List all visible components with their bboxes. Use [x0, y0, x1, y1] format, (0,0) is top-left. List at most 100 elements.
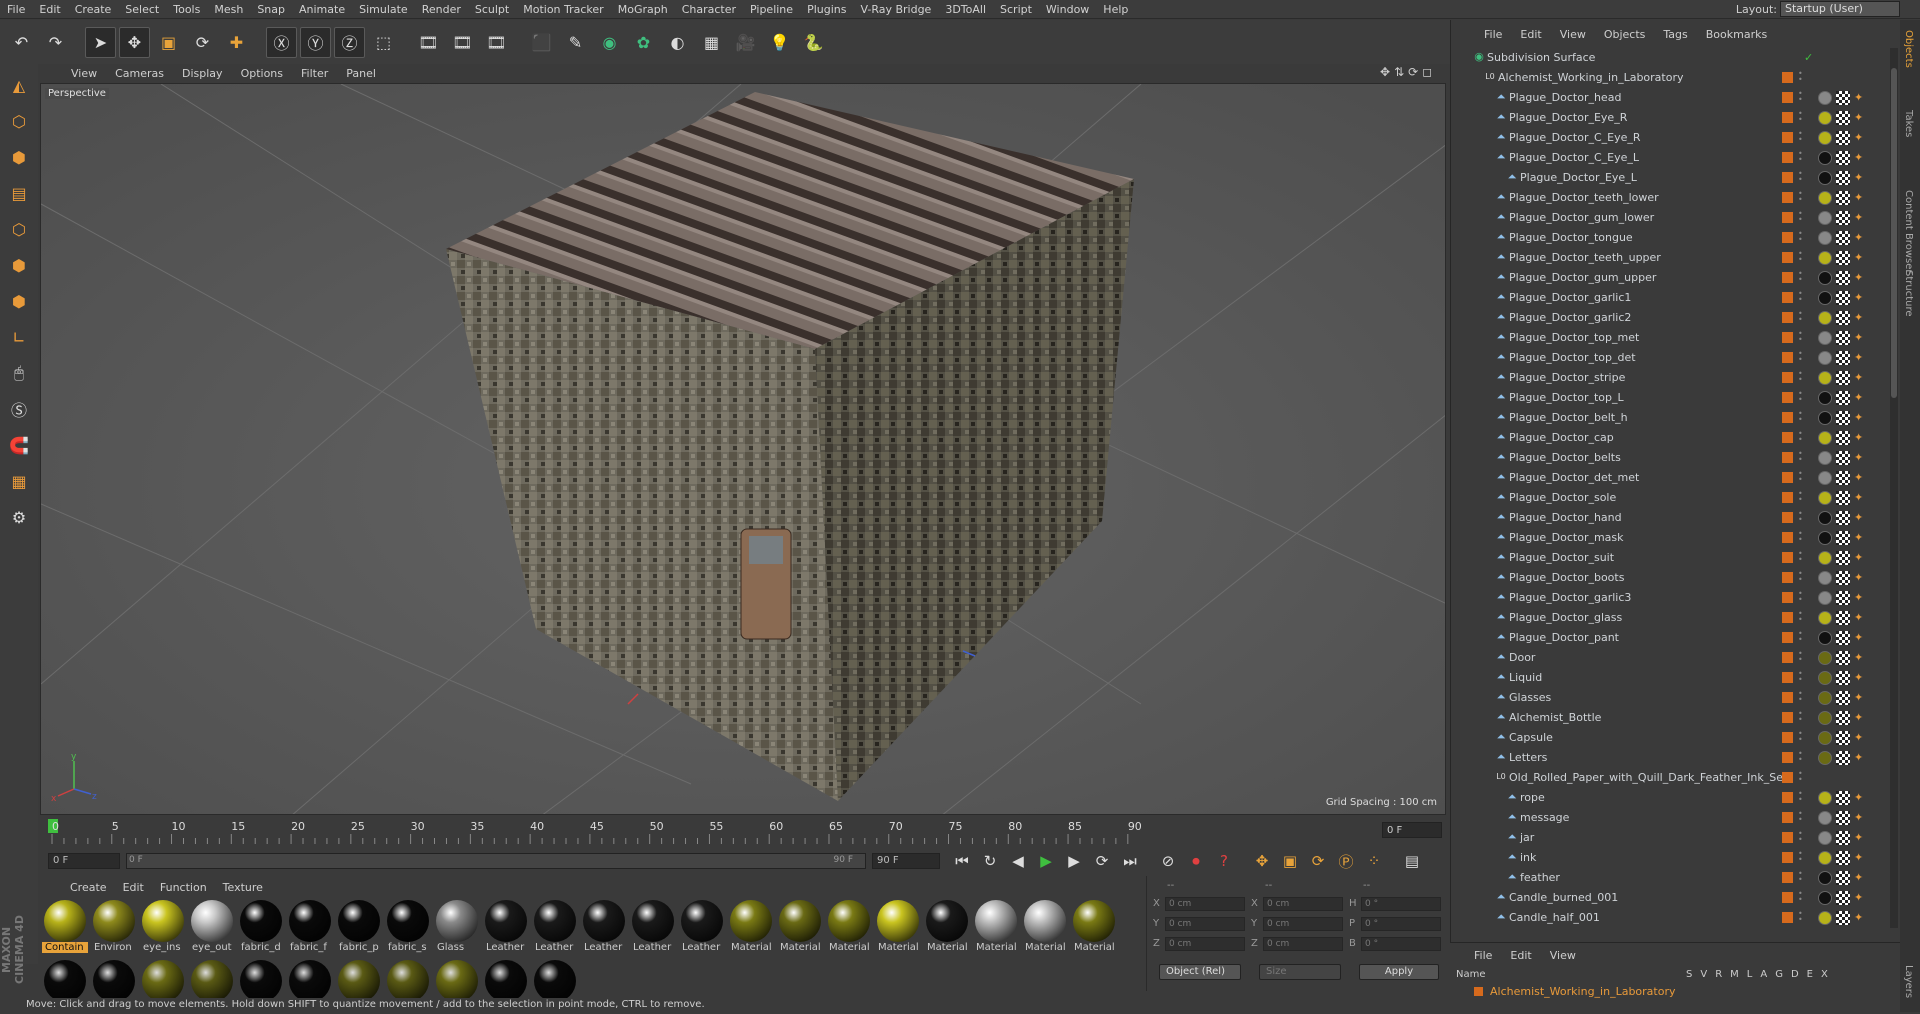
layer-column-header[interactable]: V [1700, 969, 1707, 980]
viewport-menu-filter[interactable]: Filter [292, 67, 337, 80]
object-row[interactable]: ⏶ Plague_Doctor_glass • • ✦ [1451, 608, 1889, 628]
coord-field[interactable]: 0 cm [1263, 897, 1343, 911]
material-swatch[interactable]: Material [973, 898, 1019, 954]
loop-icon[interactable]: ↻ [978, 850, 1002, 872]
array-icon[interactable]: ✿ [628, 27, 659, 58]
texture-mode-icon[interactable]: ⬢ [4, 142, 34, 172]
material-swatch[interactable]: Leather [581, 898, 627, 954]
layer-color-icon[interactable] [1782, 512, 1793, 523]
uvw-tag-icon[interactable] [1836, 791, 1850, 805]
menu-render[interactable]: Render [415, 3, 468, 16]
coordinate-system-icon[interactable]: ⬚ [368, 27, 399, 58]
texture-tag-icon[interactable]: ✦ [1854, 112, 1866, 124]
material-tag-icon[interactable] [1818, 631, 1832, 645]
material-tag-icon[interactable] [1818, 691, 1832, 705]
object-row[interactable]: ⏶ Plague_Doctor_top_det • • ✦ [1451, 348, 1889, 368]
object-row[interactable]: ⏶ Plague_Doctor_garlic3 • • ✦ [1451, 588, 1889, 608]
object-row[interactable]: ⏶ Liquid • • ✦ [1451, 668, 1889, 688]
texture-tag-icon[interactable]: ✦ [1854, 912, 1866, 924]
material-tag-icon[interactable] [1818, 231, 1832, 245]
uvw-tag-icon[interactable] [1836, 811, 1850, 825]
objects-menu-objects[interactable]: Objects [1595, 28, 1655, 41]
object-row[interactable]: ⏶ Plague_Doctor_pant • • ✦ [1451, 628, 1889, 648]
texture-tag-icon[interactable]: ✦ [1854, 312, 1866, 324]
material-tag-icon[interactable] [1818, 671, 1832, 685]
side-tab-takes[interactable]: Takes [1903, 110, 1914, 137]
uvw-tag-icon[interactable] [1836, 251, 1850, 265]
layer-color-icon[interactable] [1782, 892, 1793, 903]
object-row[interactable]: ⏶ Plague_Doctor_cap • • ✦ [1451, 428, 1889, 448]
visibility-toggle[interactable]: • • [1798, 490, 1803, 504]
param-key-icon[interactable]: Ⓟ [1334, 850, 1358, 872]
layer-column-header[interactable]: G [1775, 969, 1783, 980]
material-tag-icon[interactable] [1818, 911, 1832, 925]
layer-color-icon[interactable] [1782, 912, 1793, 923]
visibility-toggle[interactable]: • • [1798, 630, 1803, 644]
visibility-toggle[interactable]: • • [1798, 70, 1803, 84]
texture-tag-icon[interactable]: ✦ [1854, 892, 1866, 904]
layer-color-icon[interactable] [1782, 352, 1793, 363]
coord-field[interactable]: 0 cm [1165, 917, 1245, 931]
current-frame-field[interactable]: 0 F [1382, 822, 1442, 838]
objects-menu-edit[interactable]: Edit [1511, 28, 1550, 41]
object-row[interactable]: ⏶ Plague_Doctor_tongue • • ✦ [1451, 228, 1889, 248]
material-tag-icon[interactable] [1818, 611, 1832, 625]
select-arrow-icon[interactable]: ➤ [85, 26, 116, 58]
layer-color-icon[interactable] [1782, 392, 1793, 403]
layer-color-icon[interactable] [1782, 492, 1793, 503]
play-icon[interactable]: ▶ [1034, 850, 1058, 872]
prev-frame-icon[interactable]: ◀ [1006, 850, 1030, 872]
material-tag-icon[interactable] [1818, 531, 1832, 545]
workplane-icon[interactable]: ▤ [4, 178, 34, 208]
material-tag-icon[interactable] [1818, 191, 1832, 205]
side-tab-layers[interactable]: Layers [1903, 965, 1914, 998]
visibility-toggle[interactable]: • • [1798, 590, 1803, 604]
lock-workplane-icon[interactable]: ⚙ [4, 502, 34, 532]
material-swatch[interactable]: Environ [91, 898, 137, 954]
layer-color-icon[interactable] [1782, 192, 1793, 203]
light-icon[interactable]: 💡 [764, 27, 795, 58]
menu-motion-tracker[interactable]: Motion Tracker [516, 3, 610, 16]
visibility-toggle[interactable]: • • [1798, 150, 1803, 164]
visibility-toggle[interactable]: • • [1798, 250, 1803, 264]
visibility-toggle[interactable]: • • [1798, 510, 1803, 524]
visibility-toggle[interactable]: • • [1798, 230, 1803, 244]
texture-tag-icon[interactable]: ✦ [1854, 352, 1866, 364]
visibility-toggle[interactable]: • • [1798, 350, 1803, 364]
layer-color-swatch[interactable] [1474, 987, 1483, 996]
scrollbar-thumb[interactable] [1891, 68, 1897, 398]
uvw-tag-icon[interactable] [1836, 471, 1850, 485]
visibility-toggle[interactable]: • • [1798, 550, 1803, 564]
material-swatch[interactable]: eye_ins [140, 898, 186, 954]
texture-tag-icon[interactable]: ✦ [1854, 572, 1866, 584]
uvw-tag-icon[interactable] [1836, 851, 1850, 865]
material-tag-icon[interactable] [1818, 171, 1832, 185]
side-tab-content-browser[interactable]: Content Browser [1903, 190, 1914, 273]
object-row[interactable]: ⏶ Plague_Doctor_teeth_upper • • ✦ [1451, 248, 1889, 268]
layer-color-icon[interactable] [1782, 612, 1793, 623]
rotate-view-icon[interactable]: ⟳ [1408, 65, 1418, 79]
visibility-toggle[interactable]: • • [1798, 650, 1803, 664]
object-row[interactable]: ⏶ Plague_Doctor_garlic1 • • ✦ [1451, 288, 1889, 308]
object-row[interactable]: ⏶ rope • • ✦ [1451, 788, 1889, 808]
object-tree[interactable]: ◉ Subdivision Surface ✓ L0 Alchemist_Working… [1451, 48, 1889, 928]
subdivision-icon[interactable]: ◉ [594, 27, 625, 58]
visibility-toggle[interactable]: • • [1798, 850, 1803, 864]
magnet-icon[interactable]: 🧲 [4, 430, 34, 460]
uvw-tag-icon[interactable] [1836, 151, 1850, 165]
texture-tag-icon[interactable]: ✦ [1854, 472, 1866, 484]
menu-3dtoall[interactable]: 3DToAll [938, 3, 993, 16]
menu-pipeline[interactable]: Pipeline [743, 3, 800, 16]
apply-button[interactable]: Apply [1359, 964, 1439, 980]
material-tag-icon[interactable] [1818, 391, 1832, 405]
layer-color-icon[interactable] [1782, 92, 1793, 103]
python-icon[interactable]: 🐍 [798, 27, 829, 58]
visibility-toggle[interactable]: • • [1798, 750, 1803, 764]
layer-color-icon[interactable] [1782, 232, 1793, 243]
record-loop-icon[interactable]: ⟳ [1090, 850, 1114, 872]
add-object-icon[interactable]: ✚ [221, 27, 252, 58]
visibility-toggle[interactable]: • • [1798, 770, 1803, 784]
object-row[interactable]: L0 Old_Rolled_Paper_with_Quill_Dark_Feath… [1451, 768, 1889, 788]
menu-window[interactable]: Window [1039, 3, 1096, 16]
material-tag-icon[interactable] [1818, 311, 1832, 325]
